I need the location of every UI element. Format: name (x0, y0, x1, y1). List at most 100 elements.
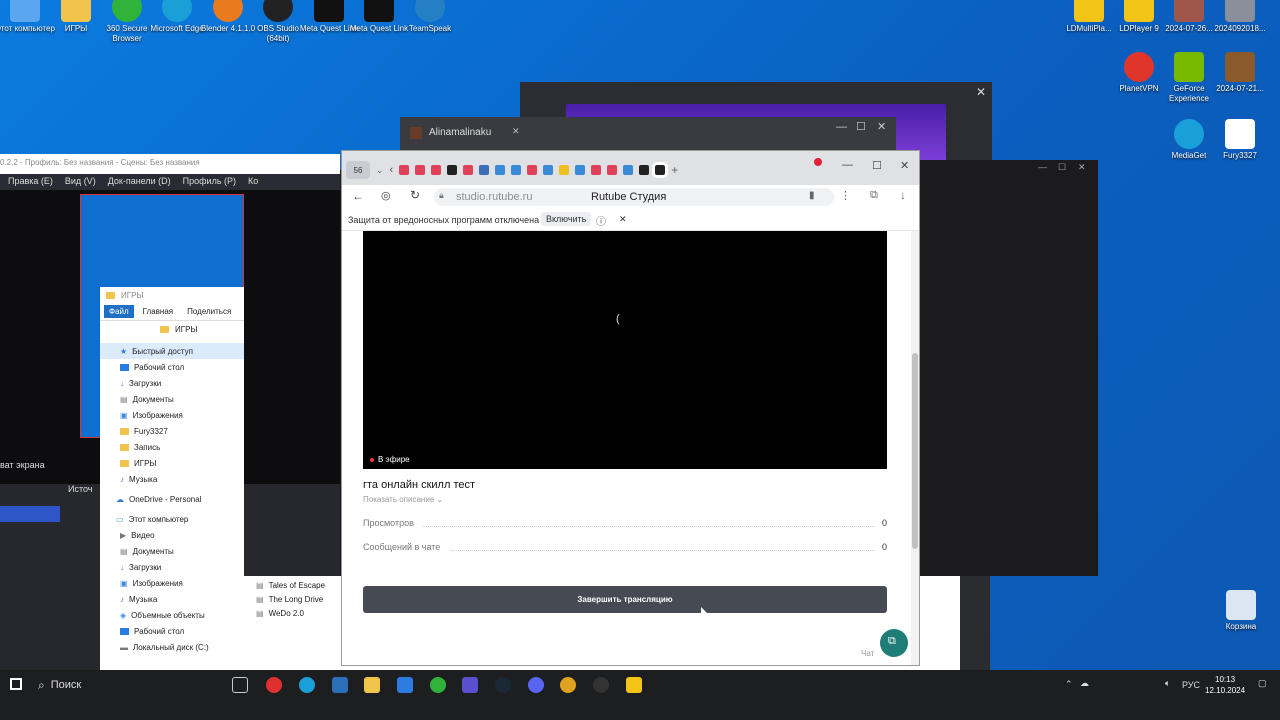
close-icon[interactable]: ✕ (1078, 162, 1086, 173)
maximize-icon[interactable]: ☐ (872, 159, 882, 172)
obs-menu-profile[interactable]: Профиль (P) (183, 176, 236, 188)
tab-file[interactable]: Файл (104, 305, 134, 318)
background-tab-title[interactable]: Alinamalinaku (429, 127, 491, 138)
nav-local-disk[interactable]: ▬ Локальный диск (C:) (100, 639, 244, 655)
steam-icon[interactable] (495, 677, 511, 693)
obs-menu-view[interactable]: Вид (V) (65, 176, 96, 188)
clock[interactable]: 10:13 12.10.2024 (1205, 674, 1245, 696)
nav-desktop-2[interactable]: Рабочий стол (100, 623, 244, 639)
scene-selected[interactable] (0, 506, 60, 522)
obs-menu-edit[interactable]: Правка (E) (8, 176, 53, 188)
nav-games[interactable]: ИГРЫ (100, 455, 244, 471)
tab-share[interactable]: Поделиться (182, 305, 236, 318)
nav-documents-2[interactable]: ▤ Документы (100, 543, 244, 559)
tab-favicon-icon[interactable] (511, 165, 522, 175)
close-icon[interactable]: ✕ (877, 120, 886, 133)
start-icon[interactable] (10, 678, 22, 690)
url-text[interactable]: studio.rutube.ru (456, 191, 532, 203)
taskbar-search[interactable]: ⌕ Поиск (32, 674, 222, 696)
minimize-icon[interactable]: — (1038, 162, 1047, 172)
tab-favicon-icon[interactable] (639, 165, 650, 175)
close-icon[interactable]: ✕ (976, 85, 986, 99)
obs-icon[interactable] (593, 677, 609, 693)
file-explorer-icon[interactable] (364, 677, 380, 693)
minimize-icon[interactable]: — (836, 121, 847, 133)
volume-icon[interactable]: 🔈︎ (1165, 678, 1170, 689)
rutube-app-icon[interactable] (626, 677, 642, 693)
nav-downloads-2[interactable]: ↓ Загрузки (100, 559, 244, 575)
store-icon[interactable] (397, 677, 413, 693)
end-stream-button[interactable]: Завершить трансляцию (363, 586, 887, 613)
nav-images[interactable]: ▣ Изображения (100, 407, 244, 423)
tab-favicon-icon[interactable] (543, 165, 554, 175)
nav-documents[interactable]: ▤ Документы (100, 391, 244, 407)
desktop-icon-fury3327[interactable]: Fury3327 (1209, 119, 1271, 161)
app-icon[interactable] (332, 677, 348, 693)
nav-images-2[interactable]: ▣ Изображения (100, 575, 244, 591)
nav-quick-access[interactable]: ★ Быстрый доступ (100, 343, 244, 359)
tab-favicon-icon[interactable] (623, 165, 634, 175)
minimize-icon[interactable]: — (842, 159, 853, 171)
nav-fury3327[interactable]: Fury3327 (100, 423, 244, 439)
obs-menu-more[interactable]: Ко (248, 176, 258, 188)
tab-favicon-icon[interactable] (479, 165, 490, 175)
tab-favicon-icon[interactable] (559, 165, 570, 175)
notification-center-icon[interactable]: ▢ (1258, 678, 1267, 689)
nav-music[interactable]: ♪ Музыка (100, 471, 244, 487)
video-player[interactable]: ( В эфире (363, 231, 887, 469)
tab-favicon-icon[interactable] (527, 165, 538, 175)
nav-music-2[interactable]: ♪ Музыка (100, 591, 244, 607)
tab-favicon-icon[interactable] (591, 165, 602, 175)
maximize-icon[interactable]: ☐ (1058, 162, 1066, 173)
tab-favicon-icon[interactable] (463, 165, 474, 175)
tray-app-icon[interactable]: ☁ (1080, 678, 1089, 689)
tab-favicon-icon[interactable] (447, 165, 458, 175)
reload-icon[interactable]: ↻ (410, 188, 420, 202)
scrollbar-thumb[interactable] (912, 353, 918, 549)
more-icon[interactable]: ⋮ (840, 189, 851, 202)
nav-desktop[interactable]: Рабочий стол (100, 359, 244, 375)
nav-video[interactable]: ▶ Видео (100, 527, 244, 543)
new-tab-icon[interactable]: + (671, 163, 678, 177)
close-icon[interactable]: ✕ (619, 214, 627, 225)
tab-favicon-icon[interactable] (415, 165, 426, 175)
360-icon[interactable] (430, 677, 446, 693)
yandex-browser-icon[interactable] (266, 677, 282, 693)
back-icon[interactable]: ← (352, 189, 364, 203)
nav-onedrive[interactable]: ☁ OneDrive - Personal (100, 491, 244, 507)
desktop-icon-recycle-bin[interactable]: Корзина (1210, 590, 1272, 632)
back-tabs-icon[interactable]: ‹ (390, 164, 394, 176)
tab-count-button[interactable]: 56 (346, 161, 370, 179)
nav-downloads[interactable]: ↓ Загрузки (100, 375, 244, 391)
desktop-icon-teamspeak[interactable]: TeamSpeak (399, 0, 461, 34)
monitor-app-icon[interactable] (462, 677, 478, 693)
discord-icon[interactable] (528, 677, 544, 693)
nav-this-pc[interactable]: ▭ Этот компьютер (100, 511, 244, 527)
close-icon[interactable]: ✕ (512, 126, 520, 137)
explorer-path-bar[interactable]: ИГРЫ (100, 321, 244, 337)
browser-logo-icon[interactable]: ◎ (381, 189, 391, 202)
extensions-icon[interactable]: ⧉ (870, 189, 878, 202)
tab-favicon-icon[interactable] (495, 165, 506, 175)
edge-icon[interactable] (299, 677, 315, 693)
chevron-up-icon[interactable]: ⌃ (1065, 679, 1073, 690)
chevron-down-icon[interactable]: ⌄ (376, 165, 384, 176)
chat-button[interactable]: ⧉ (880, 629, 908, 657)
tab-favicon-icon[interactable] (431, 165, 442, 175)
maximize-icon[interactable]: ☐ (856, 120, 866, 133)
task-view-icon[interactable] (232, 677, 248, 693)
info-icon[interactable]: ⓘ (596, 213, 606, 228)
enable-protection-button[interactable]: Включить (541, 212, 592, 226)
tab-favicon-icon[interactable] (652, 162, 669, 178)
tab-home[interactable]: Главная (138, 305, 178, 318)
show-description-link[interactable]: Показать описание ⌄ (363, 495, 443, 504)
bookmark-icon[interactable]: ▮ (809, 190, 815, 201)
download-icon[interactable]: ↓ (900, 188, 906, 202)
language-indicator[interactable]: РУС (1182, 680, 1200, 690)
desktop-icon-image-2[interactable]: 2024092018... (1209, 0, 1271, 34)
desktop-icon-image-3[interactable]: 2024-07-21... (1209, 52, 1271, 94)
obs-menu-docks[interactable]: Док-панели (D) (108, 176, 171, 188)
notification-icon[interactable] (814, 158, 822, 166)
chrome-icon[interactable] (560, 677, 576, 693)
tab-favicon-icon[interactable] (607, 165, 618, 175)
